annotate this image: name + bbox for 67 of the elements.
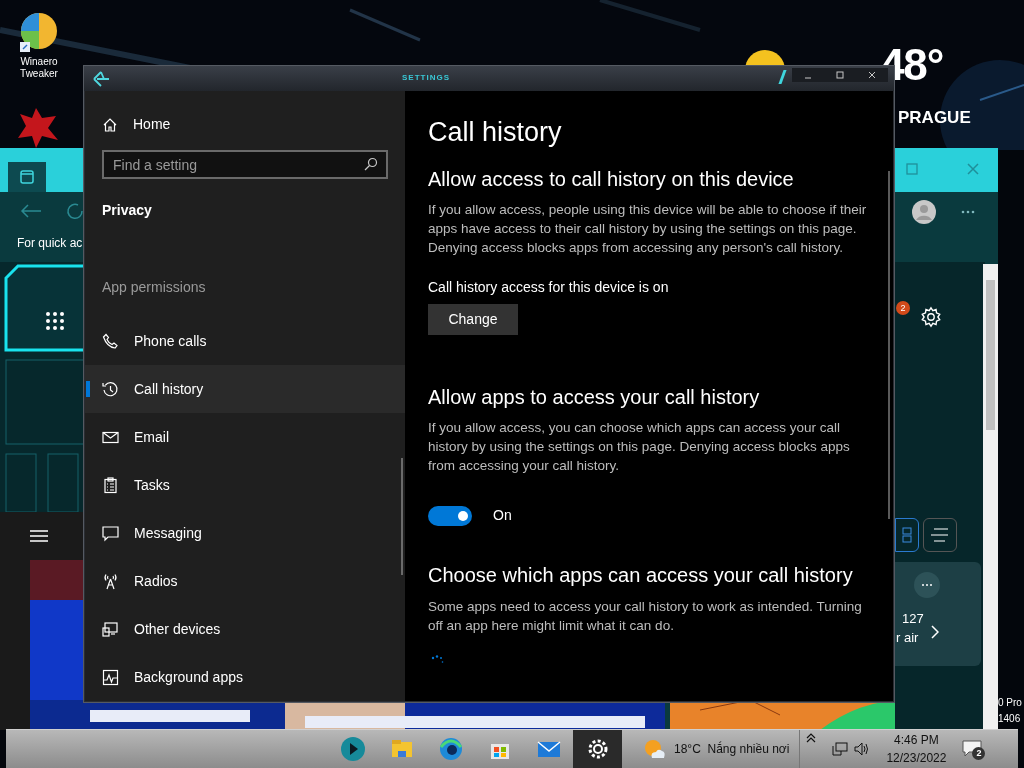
change-button[interactable]: Change: [428, 304, 518, 335]
notification-badge: 2: [972, 747, 986, 760]
more-icon: [921, 583, 933, 587]
description-text: If you allow access, you can choose which apps can access your call history by using the settings on this page. Denying access blocks apps from accessing your call history.: [428, 419, 851, 475]
sidebar-item[interactable]: Email: [85, 413, 405, 461]
section-heading: Allow apps to access your call history: [428, 385, 761, 410]
page-title: Call history: [428, 116, 563, 149]
window-icon: [19, 169, 35, 185]
sidebar-item[interactable]: Call history: [85, 365, 405, 413]
list-view-button[interactable]: [923, 518, 957, 552]
description-text: If you allow access, people using this device will be able to choose if their apps have access to their call history by using the settings on this page. Denying access blocks apps from accessing any person's call history.: [428, 201, 868, 257]
chevron-up-icon[interactable]: [806, 733, 817, 743]
speech-bubble-icon: [962, 740, 983, 758]
back-arrow-icon[interactable]: [20, 204, 42, 218]
desktop-icon-label: Winaero Tweaker: [19, 56, 59, 80]
history-icon: [102, 380, 119, 398]
weather-button[interactable]: 18°C Nắng nhiều nơi: [644, 730, 801, 768]
list-icon: [931, 528, 949, 542]
home-icon: [102, 116, 118, 133]
system-info-text: 0 Pro: [998, 697, 1022, 709]
window-title: SETTINGS: [402, 72, 450, 84]
maximize-icon: [836, 71, 844, 79]
taskbar-app-button[interactable]: [573, 730, 622, 768]
scrollbar-thumb[interactable]: [888, 171, 890, 519]
info-text: For quick ac: [17, 236, 83, 250]
action-center-button[interactable]: 2: [962, 737, 987, 761]
grid-icon: [902, 527, 912, 543]
card-value: 127: [902, 611, 924, 627]
toggle-label: On: [493, 506, 512, 525]
minimize-button[interactable]: [792, 68, 824, 82]
speech-bubble-icon: [102, 524, 119, 542]
logo-icon: [92, 70, 110, 87]
accent-stripe: [778, 70, 787, 84]
partly-cloudy-icon: [644, 739, 666, 759]
refresh-icon[interactable]: [66, 202, 84, 220]
sidebar-item[interactable]: Phone calls: [85, 317, 405, 365]
close-icon: [868, 71, 876, 79]
scrollbar[interactable]: [983, 264, 998, 730]
sidebar-item[interactable]: Tasks: [85, 461, 405, 509]
clock-button[interactable]: 4:46 PM 12/23/2022: [880, 731, 953, 767]
network-icon[interactable]: [832, 742, 849, 756]
splat-icon[interactable]: [16, 106, 60, 148]
phone-icon: [102, 332, 119, 350]
system-info-text: 1406: [998, 713, 1021, 725]
status-text: Call history access for this device is on: [428, 278, 670, 296]
speaker-icon[interactable]: [854, 742, 871, 756]
sidebar-item[interactable]: Messaging: [85, 509, 405, 557]
settings-icon[interactable]: [920, 306, 942, 328]
more-icon[interactable]: [961, 210, 975, 214]
section-heading: Choose which apps can access your call history: [428, 563, 854, 588]
description-text: Some apps need to access your call history to work as intended. Turning off an app here might limit what it can do.: [428, 598, 863, 635]
clipboard-icon: [102, 476, 119, 494]
city-text: PRAGUE: [898, 108, 971, 128]
search-icon: [364, 157, 378, 171]
section-heading: Privacy: [101, 201, 153, 220]
section-heading: Allow access to call history on this device: [428, 167, 795, 192]
search-field[interactable]: Find a setting: [102, 150, 388, 179]
scrollbar-thumb[interactable]: [401, 458, 403, 575]
avatar-icon[interactable]: [912, 200, 936, 224]
chevron-right-icon[interactable]: [931, 625, 939, 639]
menu-icon[interactable]: [30, 530, 48, 542]
toggle-switch[interactable]: [428, 505, 472, 526]
group-heading: App permissions: [101, 278, 207, 295]
card-text: r air: [896, 630, 919, 646]
media-player-icon: [338, 735, 367, 763]
tab[interactable]: [8, 162, 46, 192]
home-link[interactable]: Home: [85, 108, 405, 141]
